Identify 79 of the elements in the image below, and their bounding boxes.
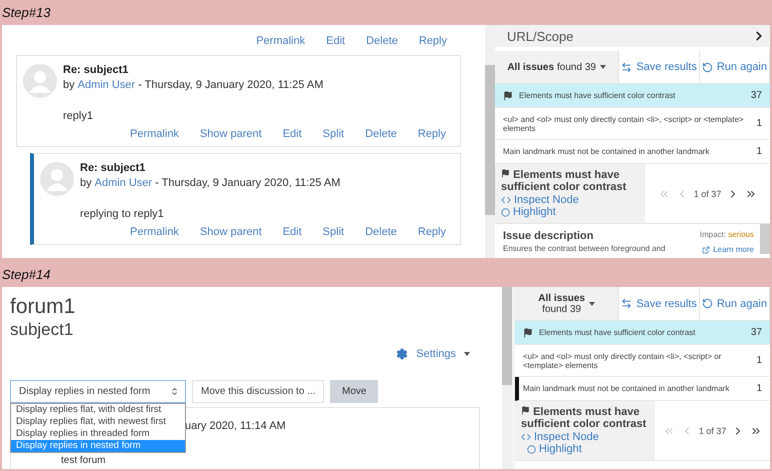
code-icon bbox=[501, 195, 511, 205]
caret-icon bbox=[589, 302, 595, 306]
post-action-link[interactable]: Delete bbox=[365, 128, 397, 140]
flag-icon bbox=[523, 328, 533, 338]
page-counter: 1 of 37 bbox=[694, 188, 722, 198]
issue-row[interactable]: Elements must have sufficient color contrast 37 bbox=[495, 84, 770, 108]
settings-menu-button[interactable]: Settings bbox=[396, 346, 470, 362]
rotate-icon bbox=[702, 298, 713, 309]
post-action-link[interactable]: Edit bbox=[282, 226, 302, 238]
post-date: uary 2020, 11:14 AM bbox=[185, 420, 287, 432]
post-action-link[interactable]: Split bbox=[322, 128, 344, 140]
post-body: test forum bbox=[61, 455, 106, 466]
step-label: Step#14 bbox=[2, 267, 50, 282]
inspect-node-link[interactable]: Inspect Node bbox=[501, 194, 579, 206]
issue-row[interactable]: Main landmark must not be contained in another landmark 1 bbox=[515, 377, 770, 401]
post-action-link[interactable]: Edit bbox=[326, 35, 346, 47]
circle-icon bbox=[527, 444, 536, 454]
save-results-button[interactable]: Save results bbox=[619, 51, 700, 83]
post-action-link[interactable]: Edit bbox=[282, 128, 302, 140]
description-text: Ensures the contrast between foreground and bbox=[503, 244, 666, 253]
author-link[interactable]: Admin User bbox=[78, 79, 136, 91]
post-date: - Thursday, 9 January 2020, 11:25 AM bbox=[138, 79, 324, 91]
detail-title: Elements must have sufficient color contrast bbox=[501, 169, 628, 193]
post-action-link[interactable]: Delete bbox=[366, 35, 398, 47]
move-discussion-select[interactable]: Move this discussion to ... bbox=[192, 380, 324, 403]
flag-icon bbox=[501, 169, 510, 178]
flag-icon bbox=[503, 90, 513, 100]
rotate-icon bbox=[702, 62, 713, 72]
step-label: Step#13 bbox=[2, 5, 50, 20]
issue-filter-button[interactable]: All issues found 39 bbox=[495, 51, 620, 83]
swap-arrows-icon bbox=[621, 298, 632, 309]
post-action-link[interactable]: Reply bbox=[418, 226, 446, 238]
post-body: reply1 bbox=[63, 110, 94, 122]
display-mode-select[interactable]: Display replies in nested form bbox=[10, 380, 186, 403]
post-action-link[interactable]: Permalink bbox=[130, 128, 179, 140]
post-action-link[interactable]: Show parent bbox=[200, 226, 262, 238]
post-by: by bbox=[80, 177, 92, 189]
post-action-link[interactable]: Split bbox=[322, 226, 344, 238]
swap-arrows-icon bbox=[621, 62, 632, 72]
highlight-link[interactable]: Highlight bbox=[521, 443, 582, 455]
impact-label: Impact: serious bbox=[700, 230, 754, 239]
post-body: replying to reply1 bbox=[80, 208, 165, 220]
post-action-link[interactable]: Permalink bbox=[130, 226, 179, 238]
highlight-link[interactable]: Highlight bbox=[501, 206, 556, 218]
post-action-link[interactable]: Reply bbox=[418, 128, 446, 140]
circle-icon bbox=[501, 208, 510, 216]
caret-icon bbox=[600, 65, 606, 69]
run-again-button[interactable]: Run again bbox=[700, 287, 770, 320]
flag-icon bbox=[521, 406, 530, 415]
dropdown-option[interactable]: Display replies in nested form bbox=[11, 440, 185, 452]
discussion-subject: subject1 bbox=[10, 319, 74, 340]
save-results-button[interactable]: Save results bbox=[619, 287, 700, 320]
issue-filter-button[interactable]: All issues found 39 bbox=[515, 287, 620, 320]
post-action-link[interactable]: Delete bbox=[365, 226, 397, 238]
run-again-button[interactable]: Run again bbox=[700, 51, 770, 83]
move-button[interactable]: Move bbox=[330, 380, 378, 403]
post-action-link[interactable]: Reply bbox=[418, 35, 447, 47]
post-title: Re: subject1 bbox=[80, 162, 146, 174]
avatar-icon bbox=[23, 64, 57, 98]
settings-icon bbox=[396, 348, 408, 360]
detail-title: Elements must have sufficient color contrast bbox=[521, 406, 648, 430]
post-title: Re: subject1 bbox=[63, 64, 130, 76]
scope-label: URL/Scope bbox=[507, 28, 574, 44]
issue-row[interactable]: Elements must have sufficient color contrast 37 bbox=[515, 321, 770, 345]
forum-title: forum1 bbox=[10, 295, 76, 319]
description-heading: Issue description bbox=[503, 230, 594, 242]
author-link[interactable]: Admin User bbox=[94, 177, 152, 189]
inspect-node-link[interactable]: Inspect Node bbox=[521, 431, 599, 443]
post-action-link[interactable]: Permalink bbox=[256, 35, 306, 47]
external-link-icon bbox=[702, 246, 710, 254]
post-by: by bbox=[63, 79, 75, 91]
avatar-icon bbox=[40, 162, 74, 196]
scrollbar[interactable] bbox=[502, 287, 512, 469]
post-action-link[interactable]: Show parent bbox=[200, 128, 262, 140]
scrollbar[interactable] bbox=[485, 25, 495, 258]
code-icon bbox=[521, 432, 531, 442]
learn-more-link[interactable]: Learn more bbox=[702, 245, 754, 254]
page-counter: 1 of 37 bbox=[698, 426, 726, 436]
post-date: - Thursday, 9 January 2020, 11:25 AM bbox=[155, 177, 340, 189]
